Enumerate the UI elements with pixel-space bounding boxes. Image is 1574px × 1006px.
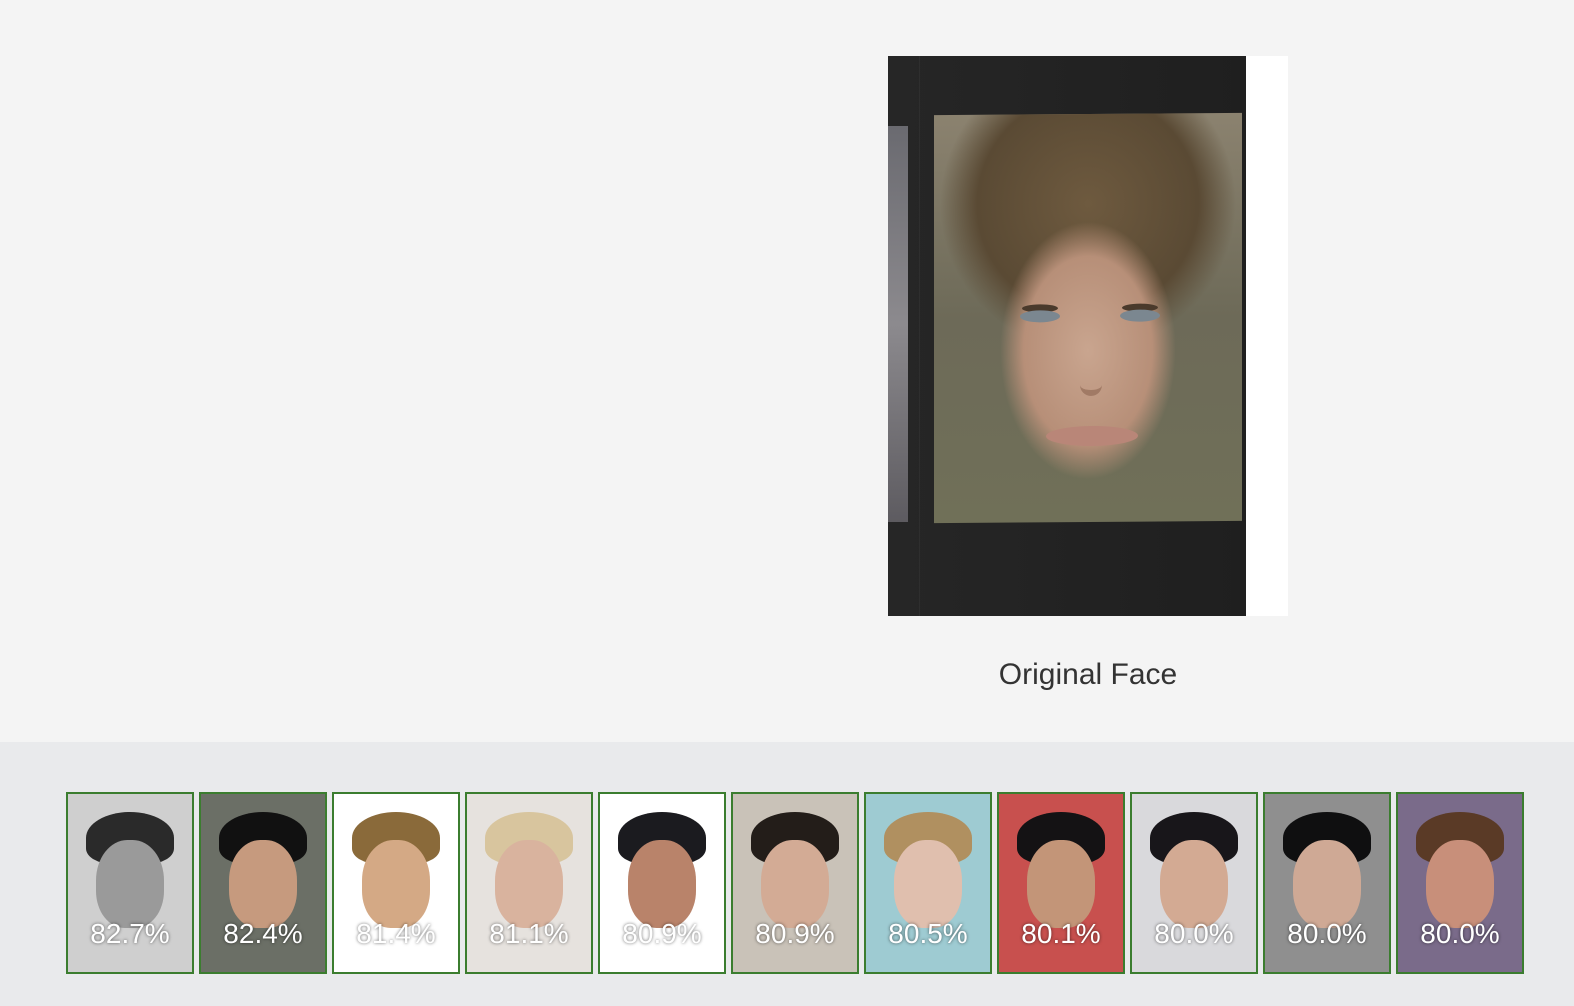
match-score: 80.0% <box>1287 918 1367 949</box>
match-thumbnail[interactable]: 80.1% <box>997 792 1125 974</box>
original-face-photo <box>934 112 1242 524</box>
frame-line <box>919 56 920 616</box>
match-score: 81.1% <box>489 918 569 949</box>
original-face-section: Original Face <box>0 0 1574 742</box>
match-score: 82.7% <box>90 918 170 949</box>
original-face-caption: Original Face <box>998 658 1178 691</box>
match-thumbnail[interactable]: 80.0% <box>1130 792 1258 974</box>
match-thumbnail[interactable]: 80.9% <box>598 792 726 974</box>
frame-edge-strip <box>888 126 908 522</box>
nose <box>1080 329 1102 397</box>
match-score: 80.1% <box>1021 918 1101 949</box>
match-face <box>229 840 297 928</box>
match-face <box>1160 840 1228 928</box>
match-score: 80.9% <box>622 918 702 949</box>
original-face-image <box>888 56 1288 616</box>
match-face <box>1027 840 1095 928</box>
match-score: 80.5% <box>888 918 968 949</box>
mouth <box>1046 425 1138 447</box>
match-score: 80.0% <box>1154 918 1234 949</box>
match-thumbnail[interactable]: 80.9% <box>731 792 859 974</box>
match-thumbnail[interactable]: 80.0% <box>1263 792 1391 974</box>
match-face <box>96 840 164 928</box>
match-face <box>495 840 563 928</box>
match-thumbnail[interactable]: 80.5% <box>864 792 992 974</box>
match-thumbnail[interactable]: 80.0% <box>1396 792 1524 974</box>
match-face <box>1293 840 1361 928</box>
face-match-page: Original Face 82.7% 82.4% 81.4% 81.1% 80.9% 8… <box>0 0 1574 1006</box>
right-eye <box>1120 309 1160 322</box>
match-thumbnail[interactable]: 82.7% <box>66 792 194 974</box>
match-thumbnail[interactable]: 82.4% <box>199 792 327 974</box>
match-face <box>1426 840 1494 928</box>
match-face <box>362 840 430 928</box>
match-thumbnail[interactable]: 81.1% <box>465 792 593 974</box>
match-score: 80.9% <box>755 918 835 949</box>
original-face-backdrop <box>888 56 1246 616</box>
match-score: 80.0% <box>1420 918 1500 949</box>
match-face <box>894 840 962 928</box>
match-face <box>628 840 696 928</box>
match-score: 81.4% <box>356 918 436 949</box>
left-eye <box>1020 310 1060 323</box>
matches-strip: 82.7% 82.4% 81.4% 81.1% 80.9% 80.9% 80.5% 80.1%… <box>66 792 1524 974</box>
match-face <box>761 840 829 928</box>
match-score: 82.4% <box>223 918 303 949</box>
match-thumbnail[interactable]: 81.4% <box>332 792 460 974</box>
